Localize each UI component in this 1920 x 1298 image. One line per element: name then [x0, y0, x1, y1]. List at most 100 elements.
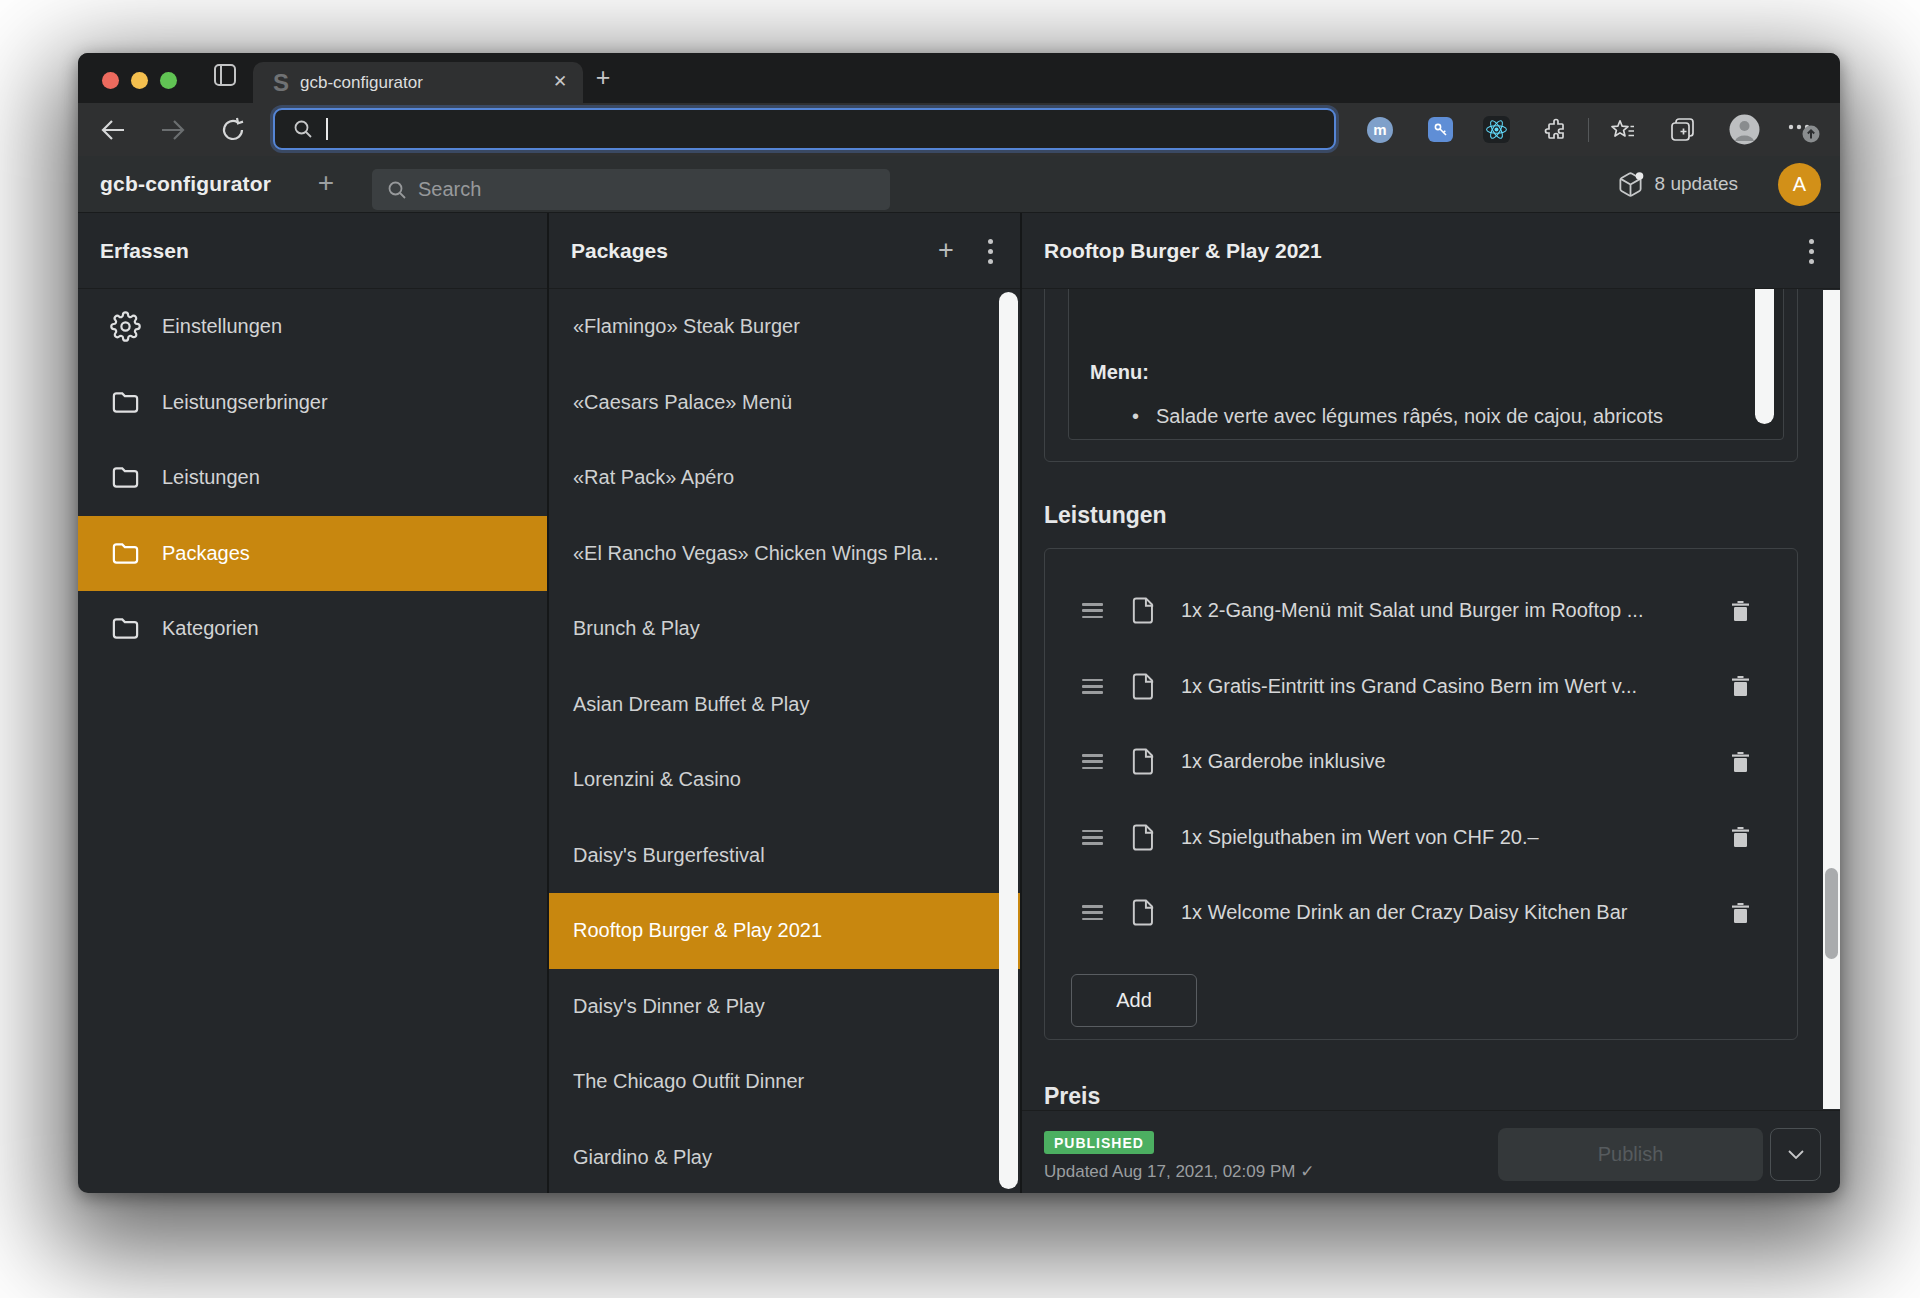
- updates-indicator[interactable]: 8 updates: [1617, 156, 1738, 212]
- package-icon: [1617, 171, 1644, 198]
- leistungen-heading: Leistungen: [1044, 502, 1167, 529]
- sidebar-item-leistungen[interactable]: Leistungen: [78, 440, 547, 516]
- updates-label: 8 updates: [1655, 173, 1738, 195]
- package-list-item-selected[interactable]: Rooftop Burger & Play 2021: [549, 893, 1020, 969]
- editor-scrollbar[interactable]: [1755, 289, 1774, 424]
- document-icon: [1129, 823, 1158, 852]
- leistung-label: 1x Gratis-Eintritt ins Grand Casino Bern…: [1181, 675, 1637, 698]
- package-list-item[interactable]: «Flamingo» Steak Burger: [549, 289, 1020, 365]
- sidebar-item-packages[interactable]: Packages: [78, 516, 547, 592]
- minimize-window-button[interactable]: [131, 72, 148, 89]
- document-footer: PUBLISHED Updated Aug 17, 2021, 02:09 PM…: [1022, 1110, 1840, 1193]
- package-list-item[interactable]: «Caesars Palace» Menü: [549, 365, 1020, 441]
- toolbar-divider: [1588, 118, 1589, 142]
- extension-m-icon[interactable]: m: [1362, 103, 1398, 156]
- leistung-row[interactable]: 1x Spielguthaben im Wert von CHF 20.–: [1045, 800, 1797, 876]
- new-document-button[interactable]: +: [312, 169, 340, 197]
- package-list-item[interactable]: The Chicago Outfit Dinner: [549, 1044, 1020, 1120]
- trash-icon[interactable]: [1732, 903, 1749, 923]
- reload-button[interactable]: [214, 103, 252, 156]
- drag-handle-icon[interactable]: [1082, 754, 1103, 769]
- drag-handle-icon[interactable]: [1082, 603, 1103, 618]
- package-list-item[interactable]: «Rat Pack» Apéro: [549, 440, 1020, 516]
- profile-avatar-icon[interactable]: [1724, 103, 1764, 156]
- user-avatar[interactable]: A: [1778, 163, 1821, 206]
- text-caret: [326, 118, 328, 140]
- leistung-label: 1x Welcome Drink an der Crazy Daisy Kitc…: [1181, 901, 1627, 924]
- trash-icon[interactable]: [1732, 676, 1749, 696]
- package-list-item[interactable]: Asian Dream Buffet & Play: [549, 667, 1020, 743]
- bullet-marker: •: [1132, 405, 1139, 428]
- drag-handle-icon[interactable]: [1082, 830, 1103, 845]
- document-scrollbar[interactable]: [1823, 290, 1840, 1109]
- leistung-row[interactable]: 1x Gratis-Eintritt ins Grand Casino Bern…: [1045, 649, 1797, 725]
- sidebar-header: Erfassen: [78, 213, 547, 289]
- new-tab-button[interactable]: +: [590, 65, 616, 91]
- sanity-favicon: S: [273, 69, 289, 97]
- packages-pane: Packages + «Flamingo» Steak Burger «Caes…: [549, 213, 1022, 1193]
- trash-icon[interactable]: [1732, 827, 1749, 847]
- extensions-puzzle-icon[interactable]: [1538, 103, 1574, 156]
- search-icon: [387, 180, 407, 200]
- folder-icon: [110, 538, 141, 569]
- sidebar-item-leistungserbringer[interactable]: Leistungserbringer: [78, 365, 547, 441]
- leistung-row[interactable]: 1x 2-Gang-Menü mit Salat und Burger im R…: [1045, 573, 1797, 649]
- sidebar-item-label: Kategorien: [162, 617, 259, 640]
- publish-menu-button[interactable]: [1770, 1128, 1821, 1181]
- document-header: Rooftop Burger & Play 2021: [1022, 213, 1840, 289]
- document-title: Rooftop Burger & Play 2021: [1044, 213, 1322, 288]
- leistung-row[interactable]: 1x Garderobe inklusive: [1045, 724, 1797, 800]
- studio-title: gcb-configurator: [100, 172, 271, 196]
- publish-button[interactable]: Publish: [1498, 1128, 1763, 1181]
- document-menu-icon[interactable]: [1797, 237, 1825, 265]
- document-pane: Rooftop Burger & Play 2021 Menu: • Salad…: [1022, 213, 1840, 1193]
- packages-menu-icon[interactable]: [976, 237, 1004, 265]
- sidebar-item-einstellungen[interactable]: Einstellungen: [78, 289, 547, 365]
- package-list-item[interactable]: Daisy's Dinner & Play: [549, 969, 1020, 1045]
- package-list-item[interactable]: Giardino & Play: [549, 1120, 1020, 1194]
- editor-heading: Menu:: [1090, 361, 1149, 384]
- drag-handle-icon[interactable]: [1082, 905, 1103, 920]
- document-icon: [1129, 672, 1158, 701]
- browser-tab[interactable]: S gcb-configurator ✕: [253, 62, 583, 103]
- traffic-lights: [102, 72, 177, 89]
- leistung-label: 1x 2-Gang-Menü mit Salat und Burger im R…: [1181, 599, 1643, 622]
- back-button[interactable]: [94, 103, 132, 156]
- close-window-button[interactable]: [102, 72, 119, 89]
- browser-window: S gcb-configurator ✕ + m: [78, 53, 1840, 1193]
- package-list-item[interactable]: Brunch & Play: [549, 591, 1020, 667]
- package-list-item[interactable]: Daisy's Burgerfestival: [549, 818, 1020, 894]
- collections-icon[interactable]: [1664, 103, 1702, 156]
- leistung-label: 1x Garderobe inklusive: [1181, 750, 1386, 773]
- sidebar-item-label: Einstellungen: [162, 315, 282, 338]
- favorites-icon[interactable]: [1604, 103, 1642, 156]
- drag-handle-icon[interactable]: [1082, 679, 1103, 694]
- package-list-item[interactable]: «El Rancho Vegas» Chicken Wings Pla...: [549, 516, 1020, 592]
- extension-react-icon[interactable]: [1478, 103, 1514, 156]
- gear-icon: [110, 311, 141, 342]
- add-leistung-button[interactable]: Add: [1071, 974, 1197, 1027]
- tab-close-icon[interactable]: ✕: [549, 71, 571, 93]
- trash-icon[interactable]: [1732, 752, 1749, 772]
- packages-scrollbar[interactable]: [999, 292, 1018, 1189]
- tab-strip: S gcb-configurator ✕ +: [78, 53, 1840, 103]
- extension-key-icon[interactable]: [1422, 103, 1458, 156]
- sidebar-item-label: Packages: [162, 542, 250, 565]
- more-menu-icon[interactable]: [1784, 103, 1824, 156]
- studio-search[interactable]: Search: [372, 169, 890, 210]
- add-package-button[interactable]: +: [932, 237, 960, 265]
- folder-icon: [110, 462, 141, 493]
- scrollbar-thumb[interactable]: [1825, 868, 1838, 959]
- tab-overview-icon[interactable]: [214, 64, 236, 86]
- browser-toolbar: m: [78, 103, 1840, 156]
- address-bar[interactable]: [273, 108, 1336, 150]
- package-list-item[interactable]: Lorenzini & Casino: [549, 742, 1020, 818]
- document-icon: [1129, 596, 1158, 625]
- sidebar-item-kategorien[interactable]: Kategorien: [78, 591, 547, 667]
- sidebar-title: Erfassen: [100, 213, 189, 288]
- leistung-row[interactable]: 1x Welcome Drink an der Crazy Daisy Kitc…: [1045, 875, 1797, 951]
- maximize-window-button[interactable]: [160, 72, 177, 89]
- document-icon: [1129, 898, 1158, 927]
- forward-button[interactable]: [154, 103, 192, 156]
- trash-icon[interactable]: [1732, 601, 1749, 621]
